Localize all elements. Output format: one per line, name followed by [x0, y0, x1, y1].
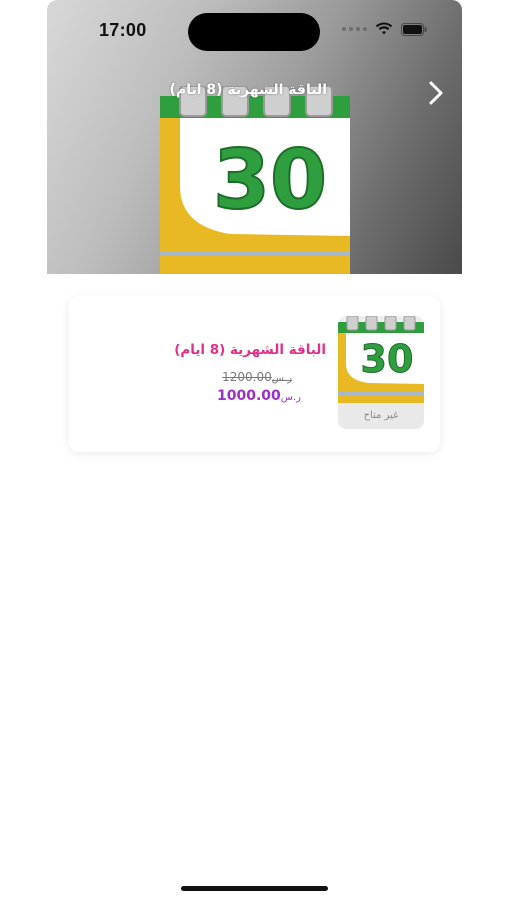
- new-price: ر.س1000.00: [217, 388, 301, 404]
- new-price-value: 1000.00: [217, 388, 281, 404]
- thumb-calendar-number: 30: [361, 337, 414, 381]
- old-price: ر.س1200.00: [222, 370, 292, 384]
- package-card[interactable]: 30 غير متاح الباقة الشهرية (8 ايام) ر.س1…: [69, 296, 440, 452]
- package-header-image: 17:00 30 الباقة الشهرية (8 ايام): [47, 0, 462, 274]
- package-name: الباقة الشهرية (8 ايام): [174, 342, 326, 358]
- app-screen: 17:00 30 الباقة الشهرية (8 ايام) 30 غير …: [0, 0, 507, 900]
- old-price-value: 1200.00: [222, 370, 272, 384]
- status-time: 17:00: [99, 20, 147, 40]
- calendar-30-thumb-icon: 30: [338, 316, 424, 403]
- availability-label: غير متاح: [338, 403, 424, 429]
- wifi-icon: [375, 22, 393, 35]
- package-thumbnail: 30 غير متاح: [338, 316, 424, 429]
- battery-icon: [401, 22, 427, 36]
- status-icons: [342, 22, 427, 36]
- new-price-currency: ر.س: [280, 392, 301, 403]
- dynamic-island: [188, 13, 320, 51]
- page-title: الباقة الشهرية (8 ايام): [169, 82, 327, 98]
- old-price-currency: ر.س: [271, 373, 292, 384]
- calendar-30-image: 30: [160, 86, 350, 274]
- chevron-right-icon[interactable]: [426, 80, 446, 106]
- home-indicator[interactable]: [181, 886, 328, 891]
- hero-calendar-number: 30: [213, 133, 327, 228]
- signal-icon: [342, 27, 367, 31]
